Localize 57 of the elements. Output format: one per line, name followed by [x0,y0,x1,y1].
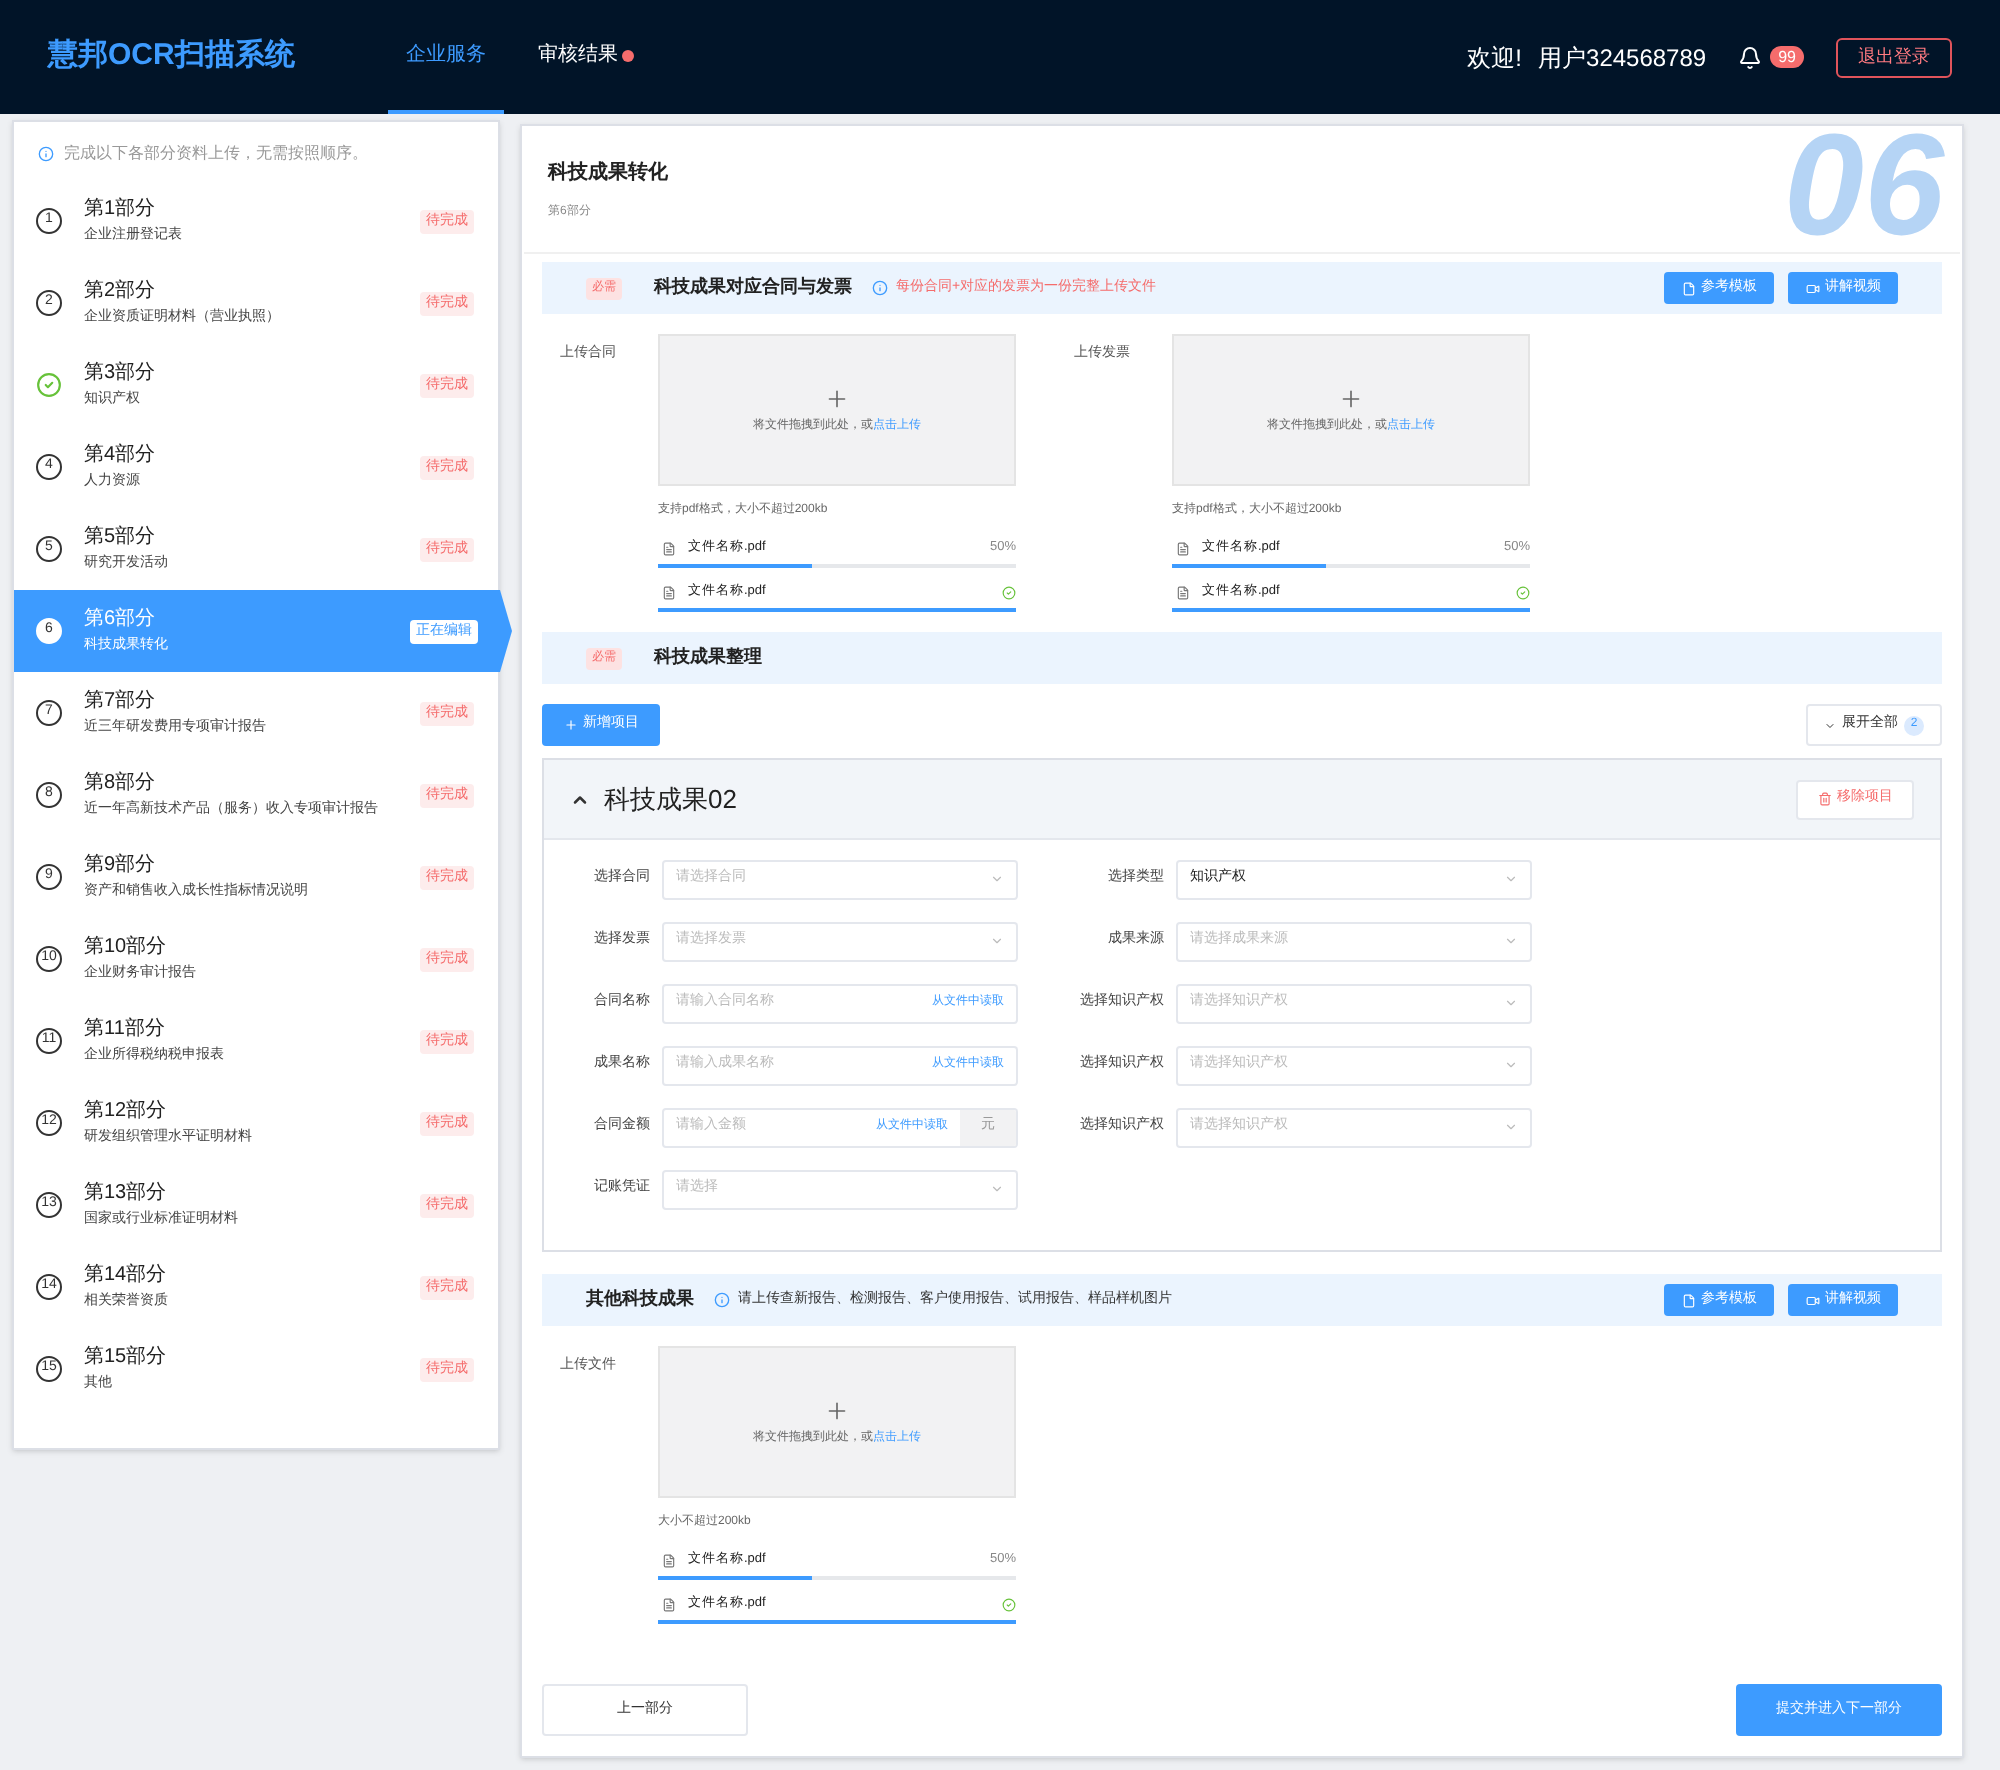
welcome-text: 欢迎! [1467,41,1523,75]
step-title: 第14部分 [84,1261,168,1289]
dropdown-icon [990,934,1004,948]
step-title: 第13部分 [84,1179,169,1207]
step-title: 第3部分 [84,359,156,387]
dropdown-icon [1504,872,1518,886]
dropdown-icon [1504,934,1518,948]
plus-icon [824,385,850,411]
document-icon [1681,1293,1695,1307]
dropdown-icon [1504,1120,1518,1134]
section-title: 科技成果整理 [654,644,762,671]
section-title: 科技成果对应合同与发票 [654,274,852,301]
app-logo: 慧邦OCR扫描系统 [48,36,297,77]
notification-badge: 99 [1770,46,1804,68]
step-title: 第15部分 [84,1343,167,1371]
step-title: 第7部分 [84,687,158,715]
step-title: 第9部分 [84,851,158,879]
username: 用户324568789 [1538,41,1707,75]
sidebar-hint: 完成以下各部分资料上传，无需按照顺序。 [64,142,368,166]
file-icon [1176,585,1190,599]
section-title: 其他科技成果 [586,1286,694,1313]
video-icon [1805,1293,1819,1307]
caret-icon [1824,719,1836,731]
dropdown-icon [990,1182,1004,1196]
step-title: 第6部分 [84,605,158,633]
dropdown-icon [1504,996,1518,1010]
project-title: 科技成果02 [604,781,737,818]
section-number-watermark: 06 [1783,126,1944,252]
page-title: 科技成果转化 [548,159,670,188]
file-icon [1176,541,1190,555]
file-icon [662,541,676,555]
dropdown-icon [990,872,1004,886]
step-title: 第1部分 [84,195,158,223]
trash-icon [1817,792,1831,806]
plus-icon [824,1397,850,1423]
info-icon [872,280,888,296]
file-icon [662,1597,676,1611]
step-title: 第4部分 [84,441,156,469]
info-icon [38,146,54,162]
dropdown-icon [1504,1058,1518,1072]
file-icon [662,585,676,599]
step-title: 第12部分 [84,1097,169,1125]
info-icon [714,1292,730,1308]
logout-button[interactable]: 退出登录 [1836,37,1952,77]
file-icon [662,1553,676,1567]
video-icon [1805,281,1819,295]
notification-bell-icon[interactable] [1738,45,1763,69]
step-title: 第5部分 [84,523,158,551]
plus-icon [1338,385,1364,411]
document-icon [1681,281,1695,295]
step-title: 第2部分 [84,277,158,305]
nav-tab[interactable]: 企业服务 [388,0,504,114]
plus-icon [563,718,577,732]
step-title: 第10部分 [84,933,169,961]
step-title: 第8部分 [84,769,158,797]
nav-tab[interactable]: 审核结果 [520,0,652,114]
step-title: 第11部分 [84,1015,167,1043]
